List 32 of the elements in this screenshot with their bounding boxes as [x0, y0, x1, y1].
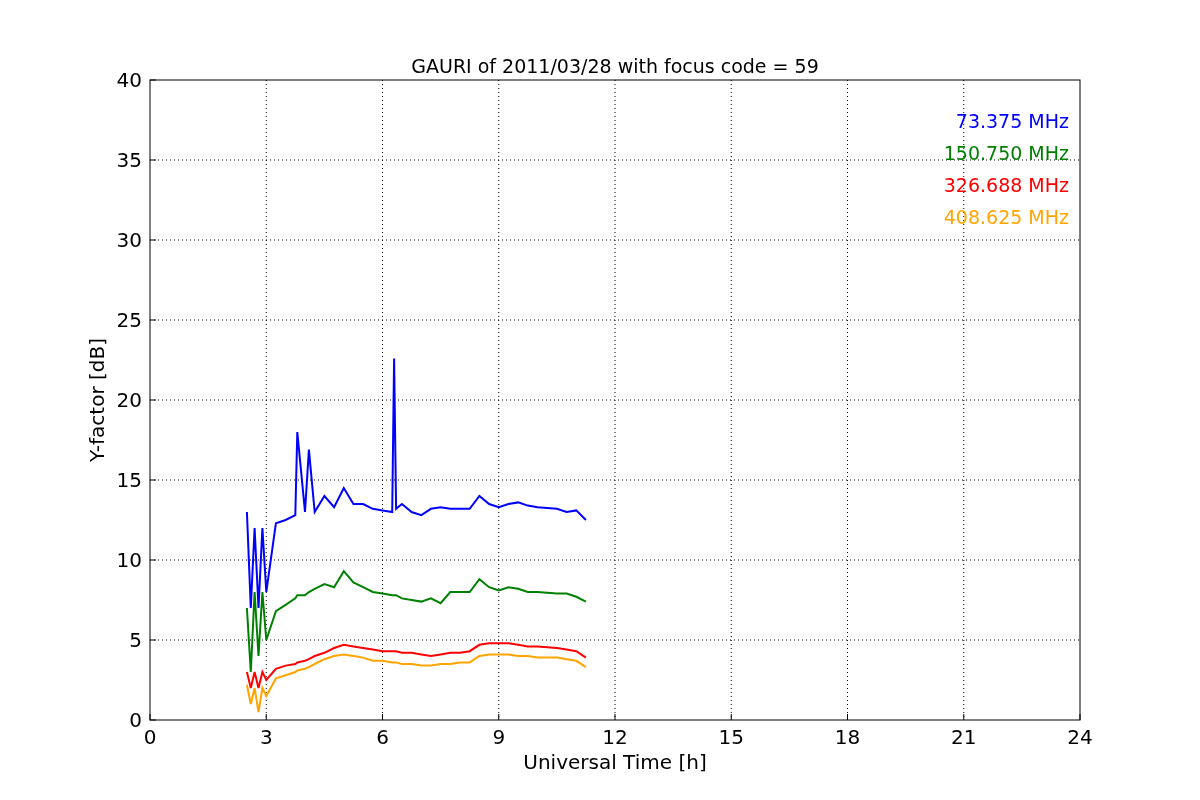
x-tick-label: 0	[143, 725, 157, 749]
x-tick-label: 24	[1067, 725, 1093, 749]
y-tick-label: 20	[116, 388, 142, 412]
y-tick-label: 5	[129, 628, 142, 652]
y-tick-label: 30	[116, 228, 142, 252]
tick-mark	[149, 319, 157, 321]
y-tick-label: 10	[116, 548, 142, 572]
tick-mark	[149, 239, 157, 241]
x-tick-label: 12	[602, 725, 628, 749]
x-tick-label: 21	[951, 725, 977, 749]
tick-mark	[149, 479, 157, 481]
legend-label: 150.750 MHz	[943, 142, 1069, 164]
legend-label: 326.688 MHz	[943, 174, 1069, 196]
tick-mark	[149, 399, 157, 401]
y-tick-label: 40	[116, 68, 142, 92]
x-tick-label: 6	[376, 725, 389, 749]
y-axis-label: Y-factor [dB]	[85, 338, 109, 462]
tick-mark	[149, 559, 157, 561]
legend-label: 73.375 MHz	[955, 110, 1069, 132]
y-tick-label: 15	[116, 468, 142, 492]
x-tick-label: 15	[718, 725, 744, 749]
x-axis-label: Universal Time [h]	[523, 750, 707, 774]
y-tick-label: 0	[129, 708, 142, 732]
y-tick-label: 35	[116, 148, 142, 172]
x-tick-label: 3	[259, 725, 273, 749]
chart-title: GAURI of 2011/03/28 with focus code = 59	[411, 55, 819, 77]
tick-mark	[149, 639, 157, 641]
legend-label: 408.625 MHz	[943, 206, 1069, 228]
tick-mark	[149, 159, 157, 161]
x-tick-label: 18	[834, 725, 861, 749]
x-tick-label: 9	[492, 725, 506, 749]
y-tick-label: 25	[116, 308, 142, 332]
